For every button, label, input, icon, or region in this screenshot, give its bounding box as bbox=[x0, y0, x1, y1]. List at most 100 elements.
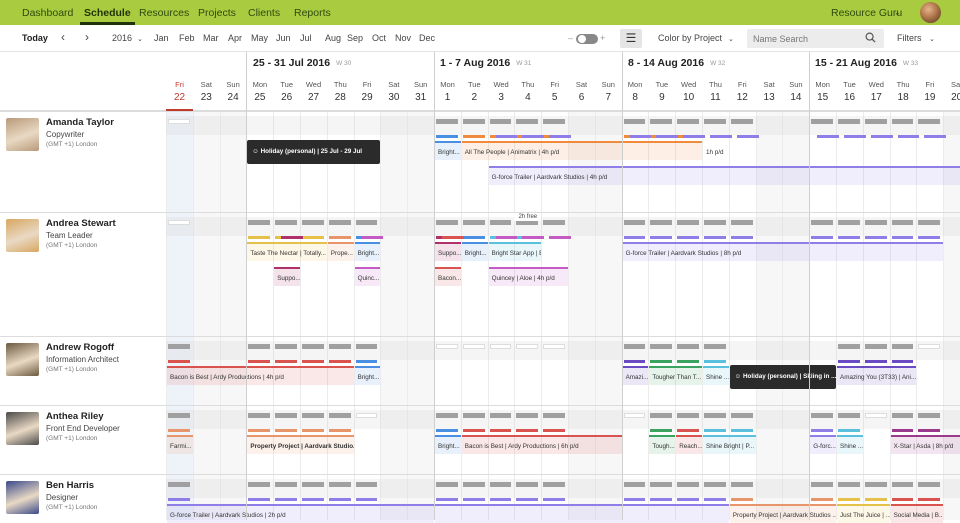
avatar[interactable] bbox=[6, 481, 39, 514]
booking-block[interactable]: Amazi... bbox=[623, 366, 649, 385]
month-jan[interactable]: Jan bbox=[154, 33, 169, 43]
month-jun[interactable]: Jun bbox=[276, 33, 291, 43]
resource-name[interactable]: Andrew Rogoff bbox=[46, 342, 114, 353]
day-header[interactable]: Thu18 bbox=[890, 80, 917, 103]
booking-block[interactable]: Property Project | Aardvark Studios ... bbox=[730, 504, 836, 523]
day-column[interactable] bbox=[220, 111, 247, 520]
nav-dashboard[interactable]: Dashboard bbox=[22, 7, 73, 19]
resource-name[interactable]: Anthea Riley bbox=[46, 411, 104, 422]
nav-clients[interactable]: Clients bbox=[248, 7, 280, 19]
nav-projects[interactable]: Projects bbox=[198, 7, 236, 19]
filters-button[interactable]: Filters bbox=[897, 33, 922, 43]
day-header[interactable]: Sun31 bbox=[407, 80, 434, 103]
day-column[interactable] bbox=[434, 111, 461, 520]
booking-block[interactable]: Suppo... bbox=[435, 242, 461, 261]
month-aug[interactable]: Aug bbox=[325, 33, 341, 43]
booking-block[interactable]: Shine ... bbox=[703, 366, 729, 385]
day-header[interactable]: Fri12 bbox=[729, 80, 756, 103]
avatar[interactable] bbox=[6, 343, 39, 376]
day-header[interactable]: Mon1 bbox=[434, 80, 461, 103]
day-header[interactable]: Sun14 bbox=[782, 80, 809, 103]
list-view-icon[interactable]: ☰ bbox=[620, 29, 642, 48]
booking-block[interactable]: Bright... bbox=[355, 366, 381, 385]
month-feb[interactable]: Feb bbox=[179, 33, 195, 43]
day-column[interactable] bbox=[327, 111, 354, 520]
nav-resources[interactable]: Resources bbox=[139, 7, 189, 19]
day-header[interactable]: Thu11 bbox=[702, 80, 729, 103]
month-oct[interactable]: Oct bbox=[372, 33, 386, 43]
day-header[interactable]: Wed3 bbox=[488, 80, 515, 103]
booking-block[interactable]: Shine Bright | P... bbox=[703, 435, 756, 454]
booking-block[interactable]: Bacon is Best | Ardy Productions | 6h p/… bbox=[462, 435, 622, 454]
day-header[interactable]: Tue26 bbox=[273, 80, 300, 103]
color-by-select[interactable]: Color by Project bbox=[658, 33, 722, 43]
booking-block[interactable]: Prope... bbox=[328, 242, 354, 261]
chevron-right-icon[interactable]: › bbox=[85, 30, 89, 44]
booking-block[interactable]: Property Project | Aardvark Studio... bbox=[247, 435, 353, 454]
booking-block[interactable]: Shine ... bbox=[837, 435, 863, 454]
day-header[interactable]: Wed10 bbox=[675, 80, 702, 103]
booking-block[interactable]: Reach... bbox=[676, 435, 702, 454]
day-header[interactable]: Fri19 bbox=[916, 80, 943, 103]
resource-name[interactable]: Amanda Taylor bbox=[46, 117, 114, 128]
avatar[interactable] bbox=[6, 219, 39, 252]
avatar[interactable] bbox=[6, 412, 39, 445]
month-jul[interactable]: Jul bbox=[300, 33, 312, 43]
chevron-down-icon[interactable]: ⌄ bbox=[137, 35, 143, 43]
resource-profile[interactable]: Andrew RogoffInformation Architect(GMT +… bbox=[0, 336, 166, 405]
booking-block[interactable]: Tough... bbox=[649, 435, 675, 454]
booking-block[interactable]: Quinc... bbox=[355, 267, 381, 286]
booking-block[interactable]: G-force Trailer | Aardvark Studios | 2h … bbox=[167, 504, 434, 523]
day-header[interactable]: Sat20 bbox=[943, 80, 960, 103]
day-header[interactable]: Thu4 bbox=[514, 80, 541, 103]
day-column[interactable] bbox=[273, 111, 300, 520]
booking-block[interactable]: Amazing You (3T33) | Ani... bbox=[837, 366, 916, 385]
day-column[interactable] bbox=[166, 111, 193, 520]
booking-block[interactable]: G-force Trailer | Aardvark Studios | 8h … bbox=[623, 242, 944, 261]
day-header[interactable]: Sun7 bbox=[595, 80, 622, 103]
month-apr[interactable]: Apr bbox=[228, 33, 242, 43]
chevron-down-icon[interactable]: ⌄ bbox=[894, 8, 901, 17]
day-header[interactable]: Fri22 bbox=[166, 80, 193, 111]
day-header[interactable]: Mon15 bbox=[809, 80, 836, 103]
booking-block[interactable]: Bacon... bbox=[435, 267, 461, 286]
day-header[interactable]: Tue9 bbox=[648, 80, 675, 103]
zoom-toggle[interactable] bbox=[576, 34, 598, 44]
day-column[interactable] bbox=[461, 111, 488, 520]
resource-name[interactable]: Ben Harris bbox=[46, 480, 94, 491]
day-header[interactable]: Mon8 bbox=[622, 80, 649, 103]
day-header[interactable]: Tue16 bbox=[836, 80, 863, 103]
month-nov[interactable]: Nov bbox=[395, 33, 411, 43]
booking-block[interactable]: G-force Trailer | Aardvark Studios | 4h … bbox=[489, 166, 960, 185]
resource-profile[interactable]: Anthea RileyFront End Developer(GMT +1) … bbox=[0, 405, 166, 474]
day-header[interactable]: Fri5 bbox=[541, 80, 568, 103]
booking-block[interactable]: ☺ Holiday (personal) | Skiing in ... bbox=[730, 365, 836, 389]
resource-profile[interactable]: Amanda TaylorCopywriter(GMT +1) London bbox=[0, 111, 166, 212]
zoom-out-button[interactable]: – bbox=[568, 33, 573, 43]
month-dec[interactable]: Dec bbox=[419, 33, 435, 43]
day-column[interactable] bbox=[407, 111, 434, 520]
booking-block[interactable]: Bright Star App | Black Ke... bbox=[489, 242, 542, 261]
chevron-left-icon[interactable]: ‹ bbox=[61, 30, 65, 44]
booking-block[interactable]: Bacon is Best | Ardy Productions | 4h p/… bbox=[167, 366, 354, 385]
account-menu[interactable]: Resource Guru bbox=[831, 7, 902, 19]
booking-block[interactable]: All The People | Animatrix | 4h p/d bbox=[462, 141, 702, 160]
user-avatar[interactable] bbox=[920, 2, 941, 23]
nav-schedule[interactable]: Schedule bbox=[84, 7, 131, 19]
booking-block[interactable]: G-forc... bbox=[810, 435, 836, 454]
resource-profile[interactable]: Ben HarrisDesigner(GMT +1) London bbox=[0, 474, 166, 520]
search-icon[interactable] bbox=[865, 32, 876, 43]
booking-block[interactable]: Tougher Than T... bbox=[649, 366, 702, 385]
booking-block[interactable]: Suppo... bbox=[274, 267, 300, 286]
name-search-input[interactable]: Name Search bbox=[747, 29, 884, 48]
day-header[interactable]: Thu28 bbox=[327, 80, 354, 103]
day-header[interactable]: Sat6 bbox=[568, 80, 595, 103]
zoom-in-button[interactable]: + bbox=[600, 33, 605, 43]
year-select[interactable]: 2016 bbox=[112, 33, 132, 43]
booking-block[interactable] bbox=[435, 504, 729, 523]
booking-block[interactable]: Just The Juice | ... bbox=[837, 504, 890, 523]
booking-block[interactable]: 1h p/d bbox=[703, 141, 756, 160]
avatar[interactable] bbox=[6, 118, 39, 151]
day-header[interactable]: Sat13 bbox=[756, 80, 783, 103]
booking-block[interactable]: Farmi... bbox=[167, 435, 193, 454]
